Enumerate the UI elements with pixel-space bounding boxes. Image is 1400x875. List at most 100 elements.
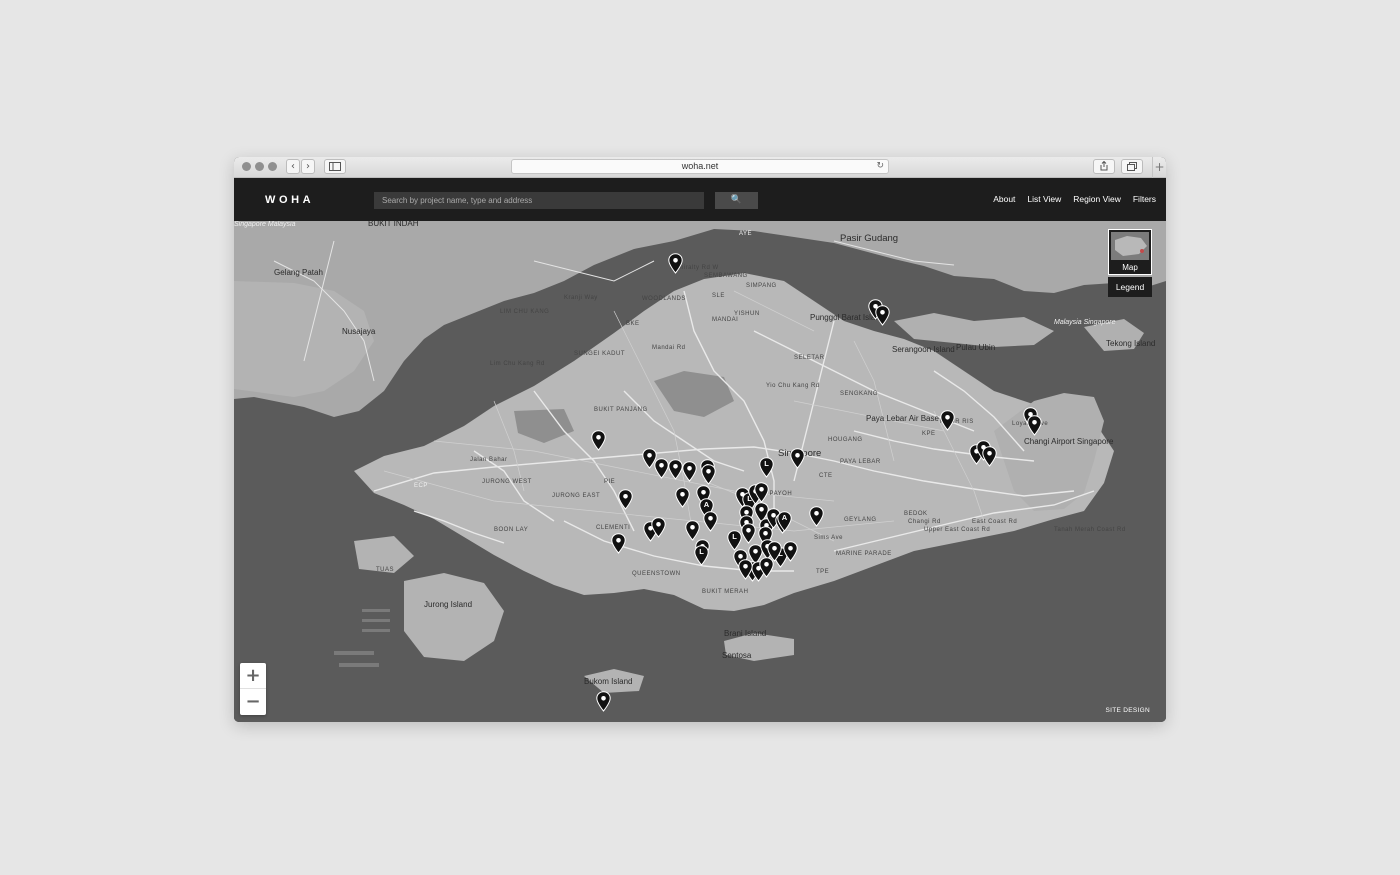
map-label: Malaysia Singapore — [1054, 319, 1116, 326]
browser-window: ‹ › woha.net ↻ + WOHA 🔍 About List View … — [234, 157, 1166, 722]
project-marker[interactable] — [611, 533, 626, 554]
zoom-in-button[interactable]: + — [240, 663, 266, 689]
map-label: TPE — [816, 569, 830, 575]
map-label: JURONG EAST — [552, 493, 601, 499]
project-marker[interactable] — [682, 461, 697, 482]
minimize-window-button[interactable] — [255, 162, 264, 171]
map-pin-icon — [738, 559, 753, 580]
nav-filters[interactable]: Filters — [1133, 194, 1156, 204]
map-type-label: Map — [1122, 263, 1138, 272]
map-pin-icon — [767, 541, 782, 562]
project-marker-l[interactable]: L — [759, 457, 774, 478]
map-label: Pulau Ubin — [956, 343, 996, 352]
map-label: LIM CHU KANG — [500, 309, 550, 315]
maximize-window-button[interactable] — [268, 162, 277, 171]
project-marker[interactable] — [809, 506, 824, 527]
map-pin-icon — [790, 448, 805, 469]
map-label: SENGKANG — [840, 391, 879, 397]
share-icon[interactable] — [1093, 159, 1115, 174]
map-pin-icon — [591, 430, 606, 451]
project-marker[interactable] — [940, 410, 955, 431]
map-pin-icon — [875, 305, 890, 326]
map-label: Nusajaya — [342, 327, 376, 336]
project-marker[interactable] — [754, 482, 769, 503]
search-icon[interactable]: 🔍 — [715, 192, 758, 209]
close-window-button[interactable] — [242, 162, 251, 171]
project-marker-l[interactable]: L — [694, 545, 709, 566]
map-label: Tanah Merah Coast Rd — [1054, 527, 1126, 533]
map-label: BUKIT MERAH — [702, 589, 749, 595]
project-marker[interactable] — [651, 517, 666, 538]
marker-letter: A — [703, 500, 710, 509]
sidebar-icon[interactable] — [324, 159, 346, 174]
project-marker[interactable] — [767, 541, 782, 562]
map-label: SLE — [712, 293, 725, 299]
project-marker[interactable] — [875, 305, 890, 326]
nav-list-view[interactable]: List View — [1027, 194, 1061, 204]
map-label: Lim Chu Kang Rd — [490, 361, 545, 367]
project-marker[interactable] — [783, 541, 798, 562]
map-label: BOON LAY — [494, 527, 529, 533]
map-type-thumbnail — [1111, 232, 1149, 260]
project-marker[interactable] — [703, 511, 718, 532]
map-pin-icon — [940, 410, 955, 431]
map-label: BEDOK — [904, 511, 928, 517]
map-label: MARINE PARADE — [836, 551, 892, 557]
zoom-control: + − — [240, 663, 266, 715]
site-design-credit[interactable]: SITE DESIGN — [1106, 707, 1150, 714]
new-tab-icon[interactable]: + — [1152, 157, 1166, 178]
project-marker[interactable] — [618, 489, 633, 510]
map-label: Pasir Gudang — [840, 233, 899, 244]
search-input[interactable] — [374, 192, 704, 209]
project-marker[interactable] — [790, 448, 805, 469]
project-marker-a[interactable]: A — [777, 511, 792, 532]
map-label: Bukom Island — [584, 677, 633, 686]
map-pin-icon — [783, 541, 798, 562]
project-marker[interactable] — [982, 446, 997, 467]
map-label: Singapore Malaysia — [234, 221, 296, 228]
forward-icon[interactable]: › — [301, 159, 315, 174]
map-pin-icon — [685, 520, 700, 541]
project-marker[interactable] — [701, 464, 716, 485]
nav-about[interactable]: About — [993, 194, 1015, 204]
map-label: Jalan Bahar — [470, 457, 508, 463]
project-marker[interactable] — [741, 523, 756, 544]
map-label: CTE — [819, 473, 833, 479]
project-marker[interactable] — [668, 459, 683, 480]
legend-button[interactable]: Legend — [1108, 277, 1152, 297]
map-label: HOUGANG — [828, 437, 863, 443]
map-label: JURONG WEST — [482, 479, 532, 485]
nav-region-view[interactable]: Region View — [1073, 194, 1121, 204]
map-type-control[interactable]: Map — [1108, 229, 1152, 275]
project-marker[interactable] — [668, 253, 683, 274]
map-pin-icon — [982, 446, 997, 467]
map-pin-icon — [703, 511, 718, 532]
map-label: Yio Chu Kang Rd — [766, 383, 820, 389]
map-pin-icon — [651, 517, 666, 538]
zoom-out-button[interactable]: − — [240, 689, 266, 715]
marker-letter: L — [699, 547, 704, 556]
map-label: BUKIT PANJANG — [594, 407, 648, 413]
back-icon[interactable]: ‹ — [286, 159, 300, 174]
project-marker[interactable] — [685, 520, 700, 541]
logo[interactable]: WOHA — [265, 194, 314, 206]
map-pin-icon — [741, 523, 756, 544]
map-label: AYE — [739, 231, 753, 237]
map-label: GEYLANG — [844, 517, 877, 523]
map-label: SUNGEI KADUT — [574, 351, 626, 357]
project-marker[interactable] — [675, 487, 690, 508]
project-map[interactable]: BUKIT INDAH Pasir Gudang Gelang Patah Nusaj… — [234, 221, 1166, 722]
map-label: Sims Ave — [814, 535, 843, 541]
project-marker[interactable] — [738, 559, 753, 580]
map-label: Sentosa — [722, 651, 752, 660]
project-marker[interactable] — [654, 458, 669, 479]
address-bar[interactable]: woha.net ↻ — [511, 159, 889, 174]
project-marker[interactable] — [596, 691, 611, 712]
reload-icon[interactable]: ↻ — [876, 160, 884, 173]
tabs-overview-icon[interactable] — [1121, 159, 1143, 174]
project-marker[interactable] — [591, 430, 606, 451]
map-label: SEMBAWANG — [704, 273, 748, 279]
url-text: woha.net — [681, 161, 719, 171]
map-label: ECP — [414, 483, 428, 489]
project-marker[interactable] — [1027, 415, 1042, 436]
